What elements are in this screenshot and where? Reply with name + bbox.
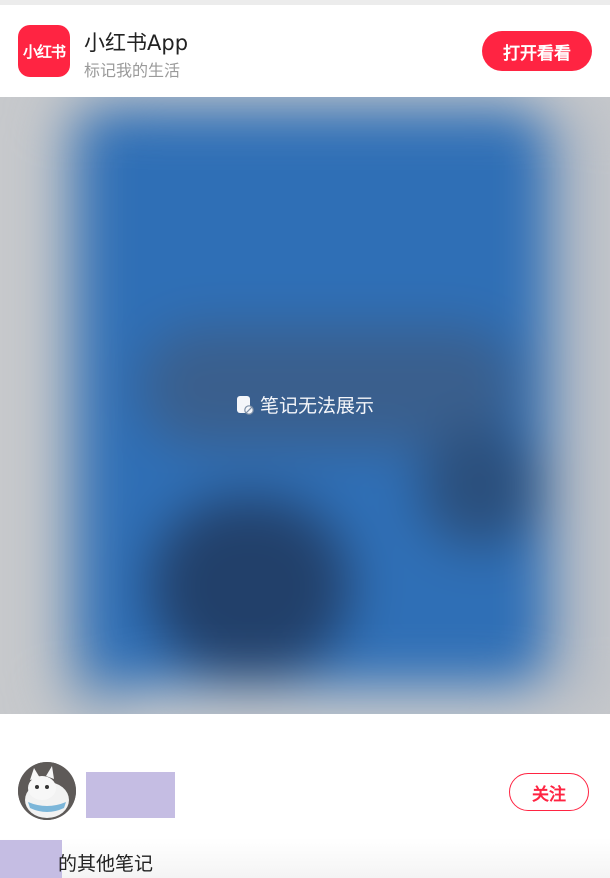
- author-name-redacted: [86, 772, 175, 818]
- app-logo-text: 小红书: [22, 42, 66, 61]
- note-media[interactable]: 笔记无法展示: [0, 97, 610, 714]
- other-notes-section: 的其他笔记: [0, 838, 610, 878]
- note-unavailable-text: 笔记无法展示: [259, 395, 374, 417]
- open-app-button[interactable]: 打开看看: [482, 31, 592, 71]
- author-row: 关注: [0, 760, 610, 824]
- note-unavailable-icon: [236, 395, 254, 415]
- other-notes-title: 的其他笔记: [58, 853, 154, 875]
- cat-avatar-icon: [18, 762, 76, 820]
- app-name: 小红书App: [84, 31, 189, 55]
- redacted-author-name: [0, 840, 62, 878]
- app-download-banner: 小红书 小红书App 标记我的生活 打开看看: [0, 5, 610, 97]
- note-unavailable-notice: 笔记无法展示: [0, 391, 610, 418]
- author-avatar[interactable]: [18, 762, 76, 820]
- app-slogan: 标记我的生活: [84, 61, 181, 80]
- follow-button[interactable]: 关注: [509, 773, 589, 811]
- app-logo[interactable]: 小红书: [18, 25, 70, 77]
